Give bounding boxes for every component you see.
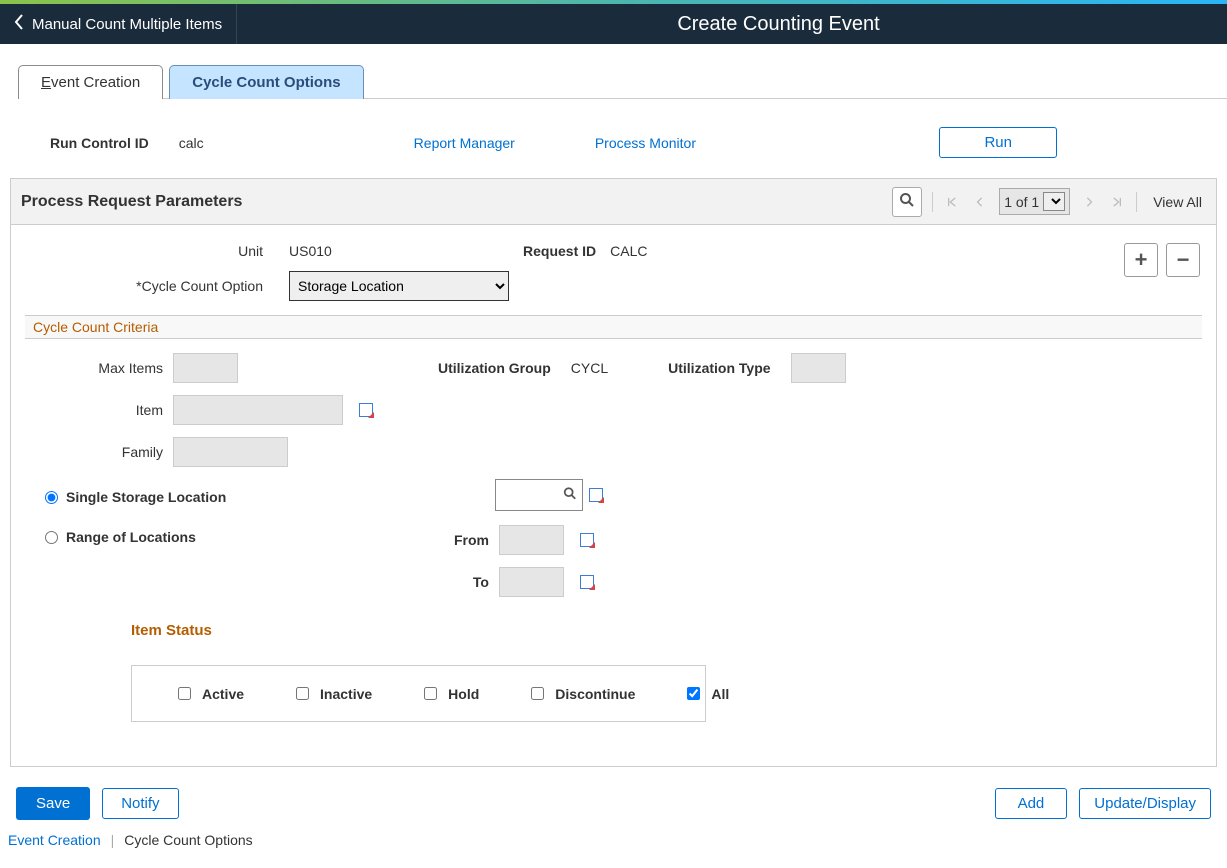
item-row: Item [35, 395, 1192, 425]
to-input[interactable] [499, 567, 564, 597]
range-location-label: Range of Locations [66, 529, 196, 545]
related-lookup-icon[interactable] [580, 533, 594, 547]
search-icon [899, 192, 915, 211]
prev-page-icon[interactable] [971, 193, 989, 211]
panel-controls: 1 of 1 View All [892, 187, 1206, 217]
util-type-label: Utilization Type [668, 360, 770, 376]
hold-checkbox[interactable] [424, 687, 437, 700]
family-label: Family [35, 444, 163, 460]
request-id-value: CALC [610, 243, 647, 259]
family-input[interactable] [173, 437, 288, 467]
status-row: Active Inactive Hold Discontinue All [132, 666, 705, 721]
page-title: Create Counting Event [677, 13, 879, 36]
related-lookup-icon[interactable] [359, 403, 373, 417]
family-row: Family [35, 437, 1192, 467]
divider [932, 192, 933, 212]
run-button[interactable]: Run [939, 127, 1057, 158]
item-label: Item [35, 402, 163, 418]
unit-value: US010 [289, 243, 509, 259]
run-control-id-label: Run Control ID [50, 135, 149, 151]
save-button[interactable]: Save [16, 787, 90, 820]
add-row-button[interactable]: + [1124, 243, 1158, 277]
divider [1136, 192, 1137, 212]
single-location-radio-row: Single Storage Location [45, 489, 495, 505]
panel-body: + − Unit US010 Request ID CALC Cycle Cou… [11, 225, 1216, 766]
app-header: Manual Count Multiple Items Create Count… [0, 4, 1227, 44]
status-discontinue: Discontinue [527, 684, 635, 703]
cycle-count-option-label: Cycle Count Option [25, 278, 275, 294]
minus-icon: − [1177, 247, 1190, 273]
status-inactive: Inactive [292, 684, 372, 703]
item-status-title: Item Status [131, 617, 1192, 647]
next-page-icon[interactable] [1080, 193, 1098, 211]
view-all-link[interactable]: View All [1153, 194, 1202, 210]
footer-links: Event Creation | Cycle Count Options [0, 828, 1227, 868]
search-icon[interactable] [563, 487, 577, 504]
footer-link-event-creation[interactable]: Event Creation [8, 832, 101, 848]
to-label: To [409, 574, 489, 590]
status-active: Active [174, 684, 244, 703]
search-button[interactable] [892, 187, 922, 217]
update-display-button[interactable]: Update/Display [1079, 788, 1211, 819]
single-location-radio[interactable] [45, 491, 58, 504]
footer-buttons: Save Notify Add Update/Display [0, 767, 1227, 828]
all-checkbox[interactable] [687, 687, 700, 700]
item-input[interactable] [173, 395, 343, 425]
inactive-checkbox[interactable] [296, 687, 309, 700]
max-items-input[interactable] [173, 353, 238, 383]
chevron-left-icon [14, 14, 24, 34]
last-page-icon[interactable] [1108, 193, 1126, 211]
status-all: All [683, 684, 729, 703]
remove-row-button[interactable]: − [1166, 243, 1200, 277]
from-input[interactable] [499, 525, 564, 555]
tabs: Event Creation Cycle Count Options [18, 64, 1227, 99]
tab-event-creation[interactable]: Event Creation [18, 65, 163, 99]
report-manager-link[interactable]: Report Manager [414, 135, 515, 151]
page-indicator[interactable]: 1 of 1 [999, 188, 1070, 215]
footer-link-cco: Cycle Count Options [124, 832, 252, 848]
panel-title: Process Request Parameters [21, 193, 242, 211]
util-group-value: CYCL [571, 360, 608, 376]
tab-cycle-count-options[interactable]: Cycle Count Options [169, 65, 363, 99]
back-nav-label: Manual Count Multiple Items [32, 16, 222, 33]
criteria-section-header: Cycle Count Criteria [25, 315, 1202, 339]
discontinue-checkbox[interactable] [531, 687, 544, 700]
request-id-label: Request ID [523, 243, 596, 259]
unit-label: Unit [25, 243, 275, 259]
run-control-id-value: calc [179, 135, 204, 151]
util-group-label: Utilization Group [438, 360, 551, 376]
process-monitor-link[interactable]: Process Monitor [595, 135, 696, 151]
related-lookup-icon[interactable] [580, 575, 594, 589]
max-items-label: Max Items [35, 360, 163, 376]
panel-header: Process Request Parameters 1 of 1 [11, 179, 1216, 225]
from-label: From [409, 532, 489, 548]
content: Event Creation Cycle Count Options Run C… [0, 64, 1227, 868]
cycle-count-option-select[interactable]: Storage Location [289, 271, 509, 301]
related-lookup-icon[interactable] [589, 488, 603, 502]
plus-icon: + [1135, 247, 1148, 273]
range-location-radio[interactable] [45, 531, 58, 544]
run-control-row: Run Control ID calc Report Manager Proce… [0, 99, 1227, 178]
util-type-input[interactable] [791, 353, 846, 383]
active-checkbox[interactable] [178, 687, 191, 700]
process-request-panel: Process Request Parameters 1 of 1 [10, 178, 1217, 767]
item-status-box: Active Inactive Hold Discontinue All [131, 665, 706, 722]
back-nav[interactable]: Manual Count Multiple Items [0, 4, 237, 44]
add-button[interactable]: Add [995, 788, 1068, 819]
status-hold: Hold [420, 684, 479, 703]
criteria-section-title: Cycle Count Criteria [33, 319, 158, 335]
single-location-label: Single Storage Location [66, 489, 226, 505]
separator: | [111, 832, 115, 848]
page-select[interactable] [1043, 192, 1065, 211]
max-items-row: Max Items Utilization Group CYCL Utiliza… [35, 353, 1192, 383]
first-page-icon[interactable] [943, 193, 961, 211]
notify-button[interactable]: Notify [102, 788, 178, 819]
add-remove-controls: + − [1124, 243, 1200, 277]
criteria-body: Max Items Utilization Group CYCL Utiliza… [25, 339, 1202, 736]
